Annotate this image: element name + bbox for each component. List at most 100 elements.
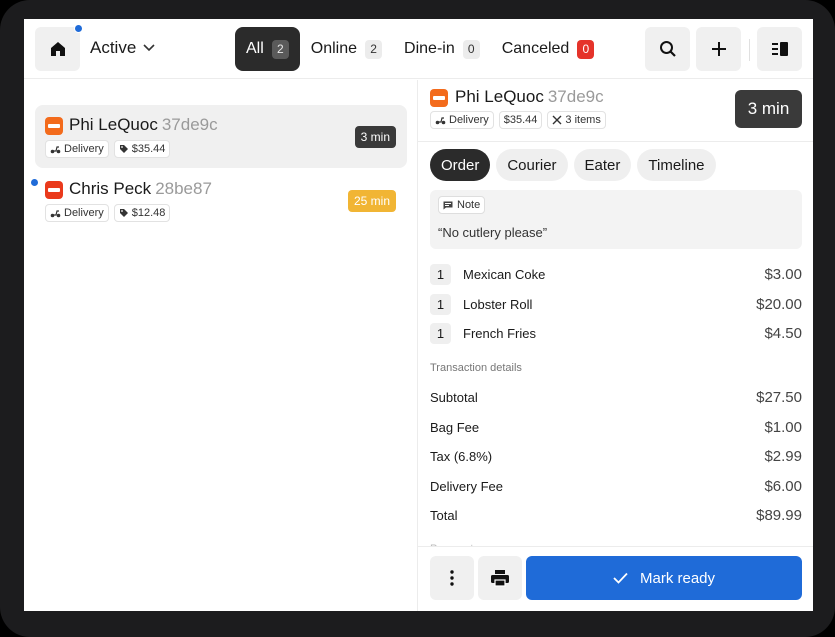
sidebar-layout-icon — [771, 42, 788, 56]
status-filter-label: Active — [90, 38, 137, 57]
customer-name: Chris Peck 28be87 — [69, 179, 212, 199]
transaction-row: Total $89.99 — [430, 501, 802, 531]
transaction-value: $6.00 — [764, 477, 802, 495]
delivery-chip: Delivery — [430, 111, 494, 129]
tab-all[interactable]: All 2 — [235, 27, 300, 71]
elapsed-time-badge: 3 min — [735, 90, 802, 128]
top-bar: Active All 2 Online 2 Dine-in 0 Canceled… — [24, 19, 813, 79]
footer-divider — [418, 546, 813, 547]
item-name: Lobster Roll — [463, 296, 533, 312]
delivery-chip: Delivery — [45, 204, 109, 222]
scooter-icon — [50, 209, 61, 217]
scooter-icon — [50, 145, 61, 153]
transaction-label: Delivery Fee — [430, 478, 503, 494]
detail-tabs: Order Courier Eater Timeline — [430, 149, 716, 181]
item-quantity: 1 — [430, 323, 451, 345]
message-icon — [443, 201, 453, 209]
tab-count: 0 — [462, 39, 480, 59]
order-chips: Delivery $12.48 — [45, 204, 171, 222]
order-card-chris[interactable]: Chris Peck 28be87 Delivery $12.48 25 min — [35, 169, 407, 232]
customer-name-text: Chris Peck — [69, 179, 152, 198]
tab-courier[interactable]: Courier — [496, 149, 568, 181]
more-options-button[interactable] — [430, 556, 474, 600]
order-total: $35.44 — [131, 143, 166, 155]
doordash-logo-icon — [45, 117, 63, 135]
scooter-icon — [435, 116, 446, 124]
transaction-row: Bag Fee $1.00 — [430, 413, 802, 443]
delivery-label: Delivery — [449, 114, 489, 126]
more-vertical-icon — [450, 570, 454, 586]
elapsed-time-badge: 3 min — [354, 126, 396, 148]
add-order-button[interactable] — [696, 27, 741, 71]
order-type-tabs: All 2 Online 2 Dine-in 0 Canceled 0 — [235, 27, 605, 71]
tab-label: Online — [310, 40, 358, 57]
price-tag-icon — [119, 145, 128, 153]
customer-name-text: Phi LeQuoc — [69, 115, 158, 134]
order-code: 37de9c — [547, 87, 604, 106]
doordash-logo-icon — [430, 89, 448, 107]
transaction-details-heading: Transaction details — [430, 362, 522, 374]
tab-label: All — [246, 40, 264, 57]
price-chip: $35.44 — [113, 140, 171, 158]
note-text: “No cutlery please” — [438, 225, 548, 240]
tab-count: 2 — [365, 39, 383, 59]
tab-canceled[interactable]: Canceled 0 — [491, 27, 606, 71]
transaction-row: Subtotal $27.50 — [430, 383, 802, 413]
item-quantity: 1 — [430, 293, 451, 315]
transaction-row: Tax (6.8%) $2.99 — [430, 442, 802, 472]
tab-label: Dine-in — [404, 40, 455, 57]
plus-icon — [711, 42, 726, 56]
checkmark-icon — [613, 572, 628, 584]
list-item: 1 French Fries $4.50 — [430, 319, 802, 349]
items-count: 3 items — [565, 114, 601, 126]
item-price: $20.00 — [756, 295, 802, 313]
delivery-label: Delivery — [64, 143, 104, 155]
elapsed-time-badge: 25 min — [347, 190, 396, 212]
detail-chips: Delivery $35.44 3 items — [430, 111, 606, 129]
list-item: 1 Mexican Coke $3.00 — [430, 260, 802, 290]
order-items: 1 Mexican Coke $3.00 1 Lobster Roll $20.… — [430, 260, 802, 349]
item-price: $3.00 — [764, 266, 802, 284]
app-screen: Active All 2 Online 2 Dine-in 0 Canceled… — [24, 19, 813, 611]
transaction-label: Bag Fee — [430, 419, 480, 435]
price-chip: $35.44 — [498, 111, 543, 129]
order-list: Phi LeQuoc 37de9c Delivery $35.44 3 min C… — [24, 80, 417, 611]
item-quantity: 1 — [430, 264, 451, 286]
home-button[interactable] — [35, 24, 83, 71]
item-price: $4.50 — [764, 325, 802, 343]
order-note: Note “No cutlery please” — [430, 190, 802, 249]
item-name: Mexican Coke — [463, 267, 546, 283]
transaction-details: Subtotal $27.50 Bag Fee $1.00 Tax (6.8%)… — [430, 383, 802, 531]
order-card-phi[interactable]: Phi LeQuoc 37de9c Delivery $35.44 3 min — [35, 105, 407, 168]
tab-count: 0 — [577, 39, 595, 59]
transaction-row: Delivery Fee $6.00 — [430, 472, 802, 502]
price-tag-icon — [119, 209, 128, 217]
status-filter-dropdown[interactable]: Active — [90, 38, 155, 58]
transaction-value: $1.00 — [764, 418, 802, 436]
print-button[interactable] — [478, 556, 522, 600]
order-total: $35.44 — [503, 114, 538, 126]
items-count-chip: 3 items — [547, 111, 606, 129]
mark-ready-label: Mark ready — [639, 569, 716, 587]
doordash-logo-icon — [45, 181, 63, 199]
list-item: 1 Lobster Roll $20.00 — [430, 290, 802, 320]
order-detail: Phi LeQuoc 37de9c Delivery $35.44 3 items… — [418, 80, 813, 611]
detail-divider — [418, 141, 813, 142]
tab-online[interactable]: Online 2 — [300, 27, 393, 71]
transaction-label: Tax (6.8%) — [430, 449, 493, 465]
note-label: Note — [457, 199, 481, 211]
notification-dot — [74, 24, 83, 33]
chevron-down-icon — [143, 44, 155, 52]
transaction-value: $2.99 — [764, 448, 802, 466]
item-name: French Fries — [463, 326, 536, 342]
search-button[interactable] — [645, 27, 690, 71]
order-code: 37de9c — [161, 115, 218, 134]
delivery-chip: Delivery — [45, 140, 109, 158]
tab-timeline[interactable]: Timeline — [637, 149, 716, 181]
toggle-panel-button[interactable] — [757, 27, 802, 71]
header-divider — [749, 39, 750, 61]
tab-order[interactable]: Order — [430, 149, 491, 181]
tab-eater[interactable]: Eater — [573, 149, 632, 181]
tab-dine-in[interactable]: Dine-in 0 — [393, 27, 491, 71]
mark-ready-button[interactable]: Mark ready — [526, 556, 802, 600]
